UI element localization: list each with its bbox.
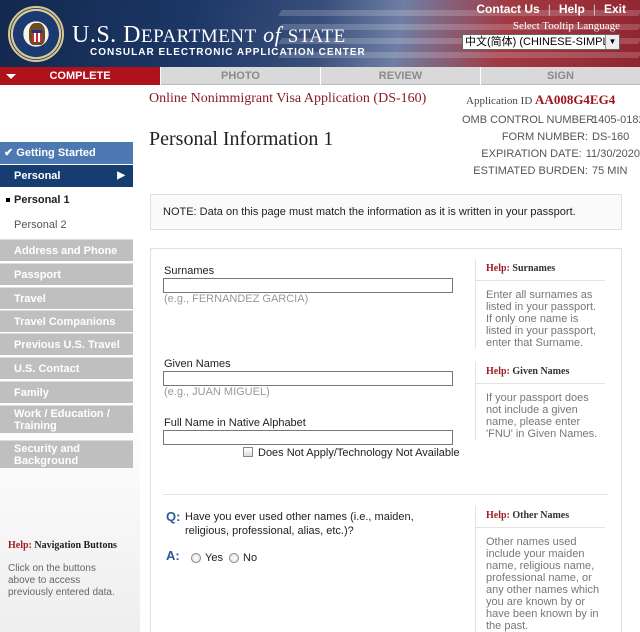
- surnames-input[interactable]: [163, 278, 453, 293]
- surnames-example: (e.g., FERNANDEZ GARCIA): [164, 293, 309, 305]
- does-not-apply-checkbox[interactable]: [243, 447, 253, 457]
- site-header: U.S. DEPARTMENT of STATE CONSULAR ELECTR…: [0, 0, 640, 67]
- site-subtitle: CONSULAR ELECTRONIC APPLICATION CENTER: [90, 47, 366, 58]
- sidebar-item-address-and-phone[interactable]: Address and Phone: [0, 239, 133, 261]
- top-navigation: Contact Us | Help | Exit: [468, 0, 634, 17]
- language-selected-value: 中文(简体) (CHINESE-SIMPLIFIED): [465, 36, 619, 48]
- contact-us-link[interactable]: Contact Us: [468, 2, 547, 16]
- sidebar-item-work-education-training[interactable]: Work / Education / Training: [0, 405, 133, 433]
- given-names-example: (e.g., JUAN MIGUEL): [164, 386, 270, 398]
- other-names-yes-label: Yes: [205, 552, 223, 564]
- help-given-names: Help: Given Names If your passport does …: [475, 362, 605, 440]
- help-given-names-text: If your passport does not include a give…: [486, 392, 598, 440]
- tab-complete[interactable]: COMPLETE: [0, 67, 161, 85]
- sidebar-item-getting-started[interactable]: ✔ Getting Started: [0, 142, 133, 164]
- exit-link[interactable]: Exit: [596, 2, 634, 16]
- checkmark-icon: ✔: [4, 147, 14, 159]
- sidebar-item-personal[interactable]: Personal ▶: [0, 165, 133, 187]
- tab-review[interactable]: REVIEW: [321, 67, 481, 85]
- given-names-label: Given Names: [164, 358, 231, 370]
- site-title: U.S. DEPARTMENT of STATE: [72, 22, 346, 48]
- bullet-icon: [6, 198, 10, 202]
- native-name-label: Full Name in Native Alphabet: [164, 417, 306, 429]
- question-marker: Q:: [166, 509, 181, 524]
- help-other-names-title: Help: Other Names: [476, 506, 605, 528]
- does-not-apply-label: Does Not Apply/Technology Not Available: [258, 447, 460, 459]
- omb-info: OMB CONTROL NUMBER: 1405-0182 FORM NUMBER…: [462, 114, 640, 177]
- passport-note: NOTE: Data on this page must match the i…: [150, 194, 622, 230]
- tab-sign[interactable]: SIGN: [481, 67, 640, 85]
- surnames-label: Surnames: [164, 265, 215, 277]
- help-surnames-title: Help: Surnames: [476, 259, 605, 281]
- sidebar-item-travel[interactable]: Travel: [0, 287, 133, 309]
- sidebar-item-personal-2[interactable]: Personal 2: [0, 214, 133, 236]
- other-names-no-label: No: [243, 552, 258, 564]
- sidebar-item-personal-1[interactable]: Personal 1: [0, 189, 133, 211]
- sidebar-item-us-contact[interactable]: U.S. Contact: [0, 357, 133, 379]
- section-divider: [163, 494, 608, 495]
- tab-photo[interactable]: PHOTO: [161, 67, 321, 85]
- help-other-names-text: Other names used include your maiden nam…: [486, 536, 600, 632]
- sidebar-item-family[interactable]: Family: [0, 381, 133, 403]
- tooltip-language-select[interactable]: 中文(简体) (CHINESE-SIMPLIFIED) ▼: [462, 34, 620, 50]
- sidebar-item-travel-companions[interactable]: Travel Companions: [0, 310, 133, 332]
- other-names-yes-radio[interactable]: [191, 553, 201, 563]
- chevron-down-icon: ▼: [605, 35, 619, 49]
- other-names-question: Have you ever used other names (i.e., ma…: [185, 511, 414, 537]
- given-names-input[interactable]: [163, 371, 453, 386]
- sidebar-item-passport[interactable]: Passport: [0, 263, 133, 285]
- progress-tabs: COMPLETE PHOTO REVIEW SIGN: [0, 67, 640, 85]
- sidebar-item-previous-us-travel[interactable]: Previous U.S. Travel: [0, 333, 133, 355]
- answer-marker: A:: [166, 548, 180, 563]
- sidebar-item-security-and-background[interactable]: Security and Background: [0, 440, 133, 468]
- form-title: Online Nonimmigrant Visa Application (DS…: [149, 91, 427, 106]
- help-surnames-text: Enter all surnames as listed in your pas…: [486, 289, 597, 349]
- page-title: Personal Information 1: [149, 128, 334, 150]
- caret-down-icon: [6, 74, 16, 79]
- native-name-input[interactable]: [163, 430, 453, 445]
- other-names-no-radio[interactable]: [229, 553, 239, 563]
- help-other-names: Help: Other Names Other names used inclu…: [475, 506, 605, 632]
- chevron-right-icon: ▶: [117, 170, 125, 181]
- navigation-help-text: Click on the buttons above to access pre…: [8, 563, 115, 598]
- application-id-value: AA008G4EG4: [535, 92, 616, 107]
- help-given-names-title: Help: Given Names: [476, 362, 605, 384]
- help-surnames: Help: Surnames Enter all surnames as lis…: [475, 259, 605, 349]
- application-id: Application ID AA008G4EG4: [466, 92, 616, 107]
- sidebar-navigation: ✔ Getting Started Personal ▶ Personal 1 …: [0, 85, 140, 632]
- help-link[interactable]: Help: [551, 2, 593, 16]
- tooltip-language-label: Select Tooltip Language: [512, 20, 620, 32]
- state-department-seal-icon: [8, 6, 64, 62]
- navigation-help-title: Help: Navigation Buttons: [8, 540, 117, 551]
